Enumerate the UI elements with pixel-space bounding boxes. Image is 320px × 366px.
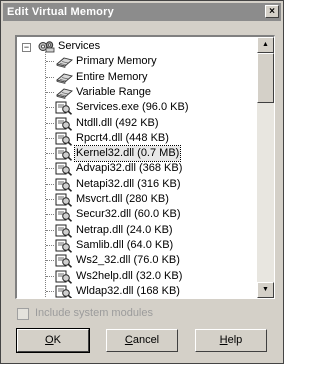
- tree-branch-line: [46, 61, 54, 63]
- module-icon: [55, 101, 73, 116]
- include-system-modules-checkbox[interactable]: [17, 308, 29, 320]
- tree-branch-line: [46, 244, 54, 246]
- tree-item-label: Entire Memory: [76, 70, 148, 83]
- ok-label-rest: K: [53, 334, 61, 346]
- tree-item-label: Secur32.dll (60.0 KB): [76, 208, 181, 221]
- help-label-rest: elp: [227, 334, 243, 346]
- tree-item-label: Ws2help.dll (32.0 KB): [76, 269, 183, 282]
- tree-content: − Services Primary Memory Entire Memory Va…: [17, 37, 257, 298]
- module-icon: [55, 254, 73, 269]
- tree-vertical-scrollbar[interactable]: ▲ ▼: [257, 37, 274, 298]
- module-icon: [55, 239, 73, 253]
- include-system-modules-label: Include system modules: [35, 307, 153, 319]
- scroll-down-arrow-icon: ▼: [262, 286, 269, 293]
- help-button[interactable]: Help: [195, 329, 267, 352]
- collapse-services-expander[interactable]: −: [22, 43, 31, 52]
- cancel-button[interactable]: Cancel: [106, 329, 178, 352]
- tree-branch-line: [46, 91, 54, 93]
- scroll-up-arrow-icon: ▲: [262, 41, 269, 48]
- dialog-title: Edit Virtual Memory: [7, 6, 114, 18]
- tree-item-label: Variable Range: [76, 85, 152, 98]
- module-icon: [55, 178, 73, 192]
- scroll-down-button[interactable]: ▼: [257, 282, 274, 298]
- scroll-thumb[interactable]: [257, 53, 274, 103]
- module-icon: [55, 117, 73, 131]
- help-accelerator: H: [219, 334, 228, 346]
- memory-icon: [55, 71, 73, 84]
- tree-branch-line: [46, 290, 54, 292]
- close-icon: ×: [269, 6, 275, 17]
- module-icon: [55, 285, 73, 298]
- tree-item-label: Ntdll.dll (492 KB): [76, 116, 159, 129]
- tree-item-label: Kernel32.dll (0.7 MB): [73, 145, 182, 163]
- tree-branch-line: [46, 183, 54, 185]
- module-tree[interactable]: − Services Primary Memory Entire Memory Va…: [15, 35, 275, 299]
- tree-item-label: Advapi32.dll (368 KB): [76, 162, 183, 175]
- cancel-label-rest: ancel: [132, 334, 160, 346]
- tree-item-label: Primary Memory: [76, 55, 157, 68]
- module-icon: [55, 147, 73, 161]
- module-icon: [55, 224, 73, 238]
- tree-branch-line: [46, 260, 54, 262]
- tree-item-label: Netapi32.dll (316 KB): [76, 177, 181, 190]
- tree-branch-line: [46, 275, 54, 277]
- tree-branch-line: [46, 76, 54, 78]
- tree-branch-line: [46, 168, 54, 170]
- tree-item-label: Services.exe (96.0 KB): [76, 101, 189, 114]
- module-icon: [55, 132, 73, 146]
- tree-root-label: Services: [58, 40, 101, 52]
- scroll-up-button[interactable]: ▲: [257, 37, 274, 53]
- tree-item-label: Ws2_32.dll (76.0 KB): [76, 254, 180, 267]
- module-icon: [55, 193, 73, 207]
- tree-item-label: Samlib.dll (64.0 KB): [76, 238, 174, 251]
- ok-accelerator: O: [45, 334, 54, 346]
- tree-item-label: Msvcrt.dll (280 KB): [76, 193, 169, 205]
- cancel-accelerator: C: [124, 334, 133, 346]
- memory-icon: [55, 55, 73, 69]
- close-button[interactable]: ×: [265, 5, 279, 18]
- edit-virtual-memory-dialog: Edit Virtual Memory × − Services Primary…: [0, 0, 284, 364]
- memory-icon: [55, 86, 73, 99]
- tree-item-label: Rpcrt4.dll (448 KB): [76, 131, 169, 144]
- tree-branch-line: [46, 229, 54, 231]
- tree-branch-line: [46, 153, 54, 155]
- tree-branch-line: [46, 122, 54, 124]
- tree-branch-line: [46, 214, 54, 216]
- tree-item-label: Wldap32.dll (168 KB): [76, 284, 180, 297]
- ok-button[interactable]: OK: [16, 328, 90, 353]
- module-icon: [55, 208, 73, 223]
- tree-branch-line: [46, 107, 54, 109]
- tree-item-label: Netrap.dll (24.0 KB): [76, 223, 173, 236]
- tree-branch-line: [46, 199, 54, 200]
- module-icon: [55, 162, 73, 177]
- tree-branch-line: [46, 137, 54, 139]
- module-icon: [55, 270, 73, 284]
- title-bar[interactable]: Edit Virtual Memory ×: [3, 3, 281, 21]
